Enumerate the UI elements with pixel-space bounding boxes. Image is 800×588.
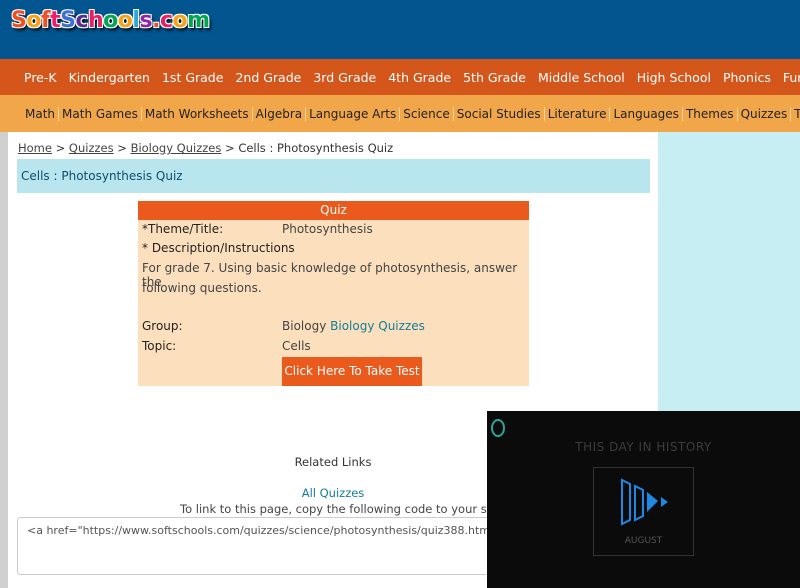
logo-letter: c (159, 8, 173, 33)
breadcrumb-home[interactable]: Home (18, 141, 52, 155)
video-frame: AUGUST (593, 467, 694, 556)
logo-letter: t (50, 8, 61, 33)
nav-secondary-item[interactable]: Math Worksheets (140, 106, 252, 121)
nav-primary-item[interactable]: High School (637, 70, 711, 85)
nav-secondary-item[interactable]: Science (399, 106, 453, 121)
video-month: AUGUST (624, 536, 663, 546)
logo-letter: . (152, 8, 160, 33)
nav-secondary-item[interactable]: Algebra (251, 106, 305, 121)
nav-primary-item[interactable]: 5th Grade (463, 70, 526, 85)
site-logo[interactable]: SoftSchools.com (11, 8, 210, 33)
nav-primary-item[interactable]: Phonics (723, 70, 771, 85)
site-header: SoftSchools.com (0, 0, 800, 59)
logo-letter: o (103, 8, 118, 33)
nav-secondary-item[interactable]: Themes (681, 106, 737, 121)
quiz-info-table: Quiz *Theme/Title: Photosynthesis * Desc… (138, 201, 529, 386)
nav-primary-item[interactable]: Kindergarten (69, 70, 150, 85)
logo-letter: S (11, 8, 27, 33)
page-title: Cells : Photosynthesis Quiz (17, 159, 650, 193)
nav-secondary-item[interactable]: Math (22, 107, 58, 121)
quiz-header: Quiz (138, 201, 529, 220)
description-line2: following questions. (142, 281, 262, 295)
nav-secondary-item[interactable]: Literature (543, 106, 610, 121)
nav-primary-item[interactable]: 2nd Grade (235, 70, 301, 85)
nav-secondary-item[interactable]: Languages (609, 106, 681, 121)
video-title: THIS DAY IN HISTORY (575, 440, 712, 454)
logo-letter: f (40, 8, 51, 33)
breadcrumb-current: Cells : Photosynthesis Quiz (238, 141, 394, 155)
nav-secondary-item[interactable]: Quizzes (736, 106, 791, 121)
theme-value: Photosynthesis (282, 222, 373, 236)
breadcrumb: Home > Quizzes > Biology Quizzes > Cells… (18, 141, 393, 155)
description-label: * Description/Instructions (142, 241, 295, 255)
nav-primary-item[interactable]: 3rd Grade (313, 70, 376, 85)
link-instructions: To link to this page, copy the following… (180, 502, 506, 516)
primary-nav: Pre-K Kindergarten 1st Grade 2nd Grade 3rd G… (0, 59, 800, 95)
video-player[interactable]: THIS DAY IN HISTORY AUGUST (487, 411, 800, 588)
nav-secondary-item[interactable]: Math Games (58, 106, 141, 121)
nav-primary-item[interactable]: 1st Grade (162, 70, 223, 85)
breadcrumb-sep: > (225, 141, 235, 155)
logo-letter: h (88, 8, 104, 33)
logo-letter: o (26, 8, 41, 33)
logo-letter: m (187, 8, 210, 33)
nav-primary-item[interactable]: Middle School (538, 70, 625, 85)
biology-quizzes-link[interactable]: Biology Quizzes (330, 319, 425, 333)
logo-letter: S (60, 8, 76, 33)
logo-letter: s (139, 8, 153, 33)
logo-letter: c (75, 8, 88, 33)
video-logo-icon (491, 419, 505, 437)
nav-primary-item[interactable]: Pre-K (24, 70, 57, 85)
theme-label: *Theme/Title: (142, 222, 224, 236)
nav-secondary-item[interactable]: Social Studies (452, 106, 544, 121)
logo-letter: o (117, 8, 133, 33)
topic-label: Topic: (142, 339, 177, 353)
group-value: Biology (282, 319, 327, 333)
breadcrumb-sep: > (55, 141, 66, 155)
nav-primary-item[interactable]: Fun Games (783, 70, 800, 85)
secondary-nav: Math Math Games Math Worksheets Algebra Lang… (0, 95, 800, 132)
sidebar-ad (658, 132, 800, 412)
breadcrumb-quizzes[interactable]: Quizzes (69, 141, 114, 155)
play-icon[interactable] (616, 476, 676, 526)
nav-secondary-item[interactable]: Language Arts (305, 106, 399, 121)
topic-value: Cells (282, 339, 311, 353)
nav-primary-item[interactable]: 4th Grade (388, 70, 451, 85)
breadcrumb-biology-quizzes[interactable]: Biology Quizzes (131, 141, 222, 155)
take-test-button[interactable]: Click Here To Take Test (282, 357, 422, 386)
breadcrumb-sep: > (117, 141, 127, 155)
logo-letter: o (172, 8, 188, 33)
nav-secondary-item[interactable]: Timelines (790, 106, 800, 121)
group-label: Group: (142, 319, 183, 333)
